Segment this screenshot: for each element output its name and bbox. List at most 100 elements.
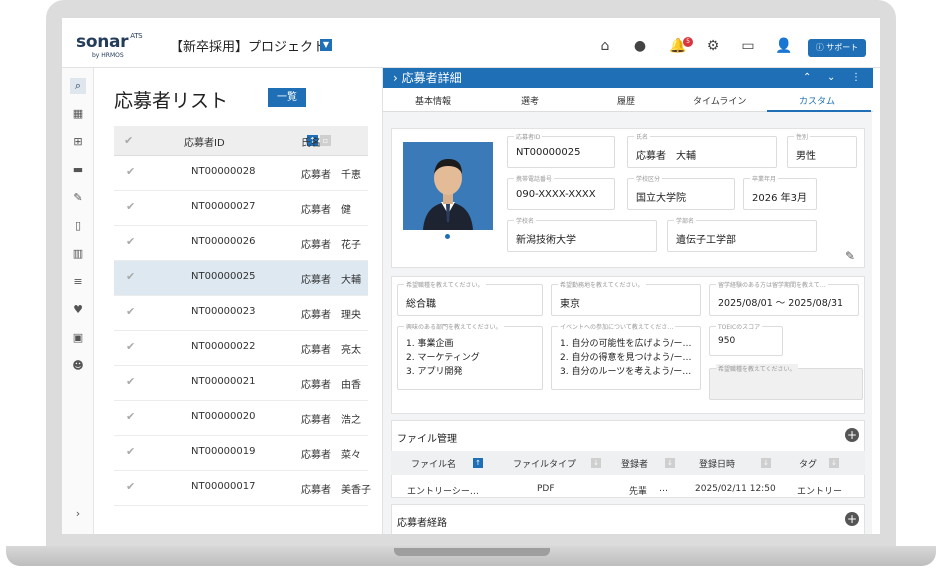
tab-custom[interactable]: カスタム	[799, 94, 835, 107]
table-row[interactable]: ✔ NT00000021 応募者 由香	[114, 366, 368, 401]
sort-icon[interactable]: ↓	[665, 458, 675, 468]
org-chart-icon[interactable]: ⊞	[70, 134, 86, 150]
field-label: 応募者ID	[514, 132, 543, 141]
table-row[interactable]: ✔ NT00000020 応募者 浩之	[114, 401, 368, 436]
notification-badge: 5	[683, 37, 693, 47]
field-value: 2025/08/01 〜 2025/08/31	[718, 298, 844, 309]
sort-icon[interactable]: ↓	[591, 458, 601, 468]
field-value: 2026 年3月	[752, 193, 807, 204]
field-label: 氏名	[634, 132, 651, 141]
col-applicant-id[interactable]: 応募者ID	[184, 134, 225, 149]
file-name-cell[interactable]: エントリーシー…	[407, 484, 479, 497]
more-icon[interactable]: ⋮	[851, 68, 861, 88]
applicant-route-title: 応募者経路	[397, 518, 447, 529]
row-checkbox[interactable]: ✔	[126, 445, 135, 458]
field-label: 留学経験のある方は留学期間を教えて…	[716, 280, 828, 289]
support-button[interactable]: ⓘ サポート	[808, 39, 866, 57]
tag-cell: エントリー	[797, 487, 843, 497]
applicant-name: 応募者 美香子	[301, 485, 371, 496]
col-tag[interactable]: タグ	[799, 457, 817, 470]
row-checkbox[interactable]: ✔	[126, 340, 135, 353]
event-field: イベントへの参加について教えてくださ… 1. 自分の可能性を広げよう/ー… 2.…	[551, 322, 701, 390]
sort-icon[interactable]: ↓	[829, 458, 839, 468]
chevron-up-icon[interactable]: ⌃	[803, 68, 811, 88]
wrench-icon[interactable]: ✎	[70, 190, 86, 206]
project-title[interactable]: 【新卒採用】プロジェクト	[170, 36, 326, 55]
col-registered-by[interactable]: 登録者	[621, 457, 648, 470]
add-file-icon[interactable]: +	[845, 428, 859, 442]
gender-field: 性別 男性	[787, 132, 857, 168]
field-value-line: 1. 自分の可能性を広げよう/ー…	[560, 339, 692, 349]
tab-selection[interactable]: 選考	[521, 94, 539, 107]
database-icon[interactable]: ≡	[70, 274, 86, 290]
field-value: 応募者 大輔	[636, 151, 696, 162]
handshake-icon[interactable]: ♥	[70, 302, 86, 318]
filter-icon[interactable]: ▫	[320, 135, 331, 146]
app-screen: sonar ATS by HRMOS 【新卒採用】プロジェクト ▼ ⌂ ● 🔔 5…	[62, 18, 880, 534]
gear-icon[interactable]: ⚙	[705, 38, 721, 54]
sort-asc-icon[interactable]: ↑	[473, 458, 483, 468]
field-label: 希望勤務地を教えてください。	[558, 280, 646, 289]
book-icon[interactable]: ▭	[740, 38, 756, 54]
table-row[interactable]: ✔ NT00000023 応募者 理央	[114, 296, 368, 331]
people-icon[interactable]: ☻	[70, 358, 86, 374]
logo-text: sonar	[76, 32, 129, 52]
detail-title: 応募者詳細	[401, 71, 462, 85]
edit-pencil-icon[interactable]: ✎	[845, 249, 855, 263]
search-icon[interactable]: ⌕	[70, 78, 86, 94]
field-value: 950	[718, 336, 736, 346]
row-checkbox[interactable]: ✔	[126, 165, 135, 178]
school-field: 学校名 新潟技術大学	[507, 216, 657, 252]
table-row[interactable]: ✔ NT00000028 応募者 千恵	[114, 156, 368, 191]
view-list-button[interactable]: 一覧	[268, 88, 306, 107]
row-checkbox[interactable]: ✔	[126, 480, 135, 493]
table-row[interactable]: ✔ NT00000026 応募者 花子	[114, 226, 368, 261]
field-value: NT00000025	[516, 147, 581, 158]
table-row[interactable]: ✔ NT00000017 応募者 美香子	[114, 471, 371, 506]
applicant-route-card	[391, 504, 865, 534]
home-icon[interactable]: ⌂	[597, 38, 613, 54]
tab-timeline[interactable]: タイムライン	[693, 94, 746, 107]
row-checkbox[interactable]: ✔	[126, 375, 135, 388]
chevron-right-icon[interactable]: ›	[70, 506, 86, 522]
field-value: 090-XXXX-XXXX	[516, 189, 596, 200]
table-row[interactable]: ✔ NT00000027 応募者 健	[114, 191, 368, 226]
chevron-down-icon[interactable]: ▼	[320, 39, 332, 51]
photo-pager-dot[interactable]	[445, 234, 450, 239]
field-label: TOEICのスコア	[716, 322, 763, 331]
tab-history[interactable]: 履歴	[617, 94, 635, 107]
document-icon[interactable]: ▯	[70, 218, 86, 234]
applicant-id: NT00000028	[191, 166, 256, 177]
list-header: ✔ 応募者ID ↑ ▫ 氏名	[114, 126, 368, 156]
row-checkbox[interactable]: ✔	[126, 305, 135, 318]
col-name[interactable]: 氏名	[301, 134, 321, 149]
support-label: サポート	[826, 43, 859, 52]
tab-basic[interactable]: 基本情報	[415, 94, 451, 107]
top-bar: sonar ATS by HRMOS 【新卒採用】プロジェクト ▼ ⌂ ● 🔔 5…	[62, 18, 880, 68]
row-checkbox[interactable]: ✔	[126, 235, 135, 248]
col-registered-at[interactable]: 登録日時	[699, 457, 735, 470]
chat-icon[interactable]: ▬	[70, 162, 86, 178]
row-checkbox[interactable]: ✔	[126, 270, 135, 283]
file-table-header: ファイル名 ↑ ファイルタイプ ↓ 登録者 ↓ 登録日時 ↓ タグ ↓	[391, 451, 865, 475]
alert-icon[interactable]: ●	[632, 38, 648, 54]
row-checkbox[interactable]: ✔	[126, 410, 135, 423]
user-icon[interactable]: 👤	[775, 38, 792, 54]
more-cell[interactable]: …	[659, 484, 668, 494]
col-file-name[interactable]: ファイル名	[411, 457, 456, 470]
building-icon[interactable]: ▦	[70, 106, 86, 122]
col-file-type[interactable]: ファイルタイプ	[513, 457, 576, 470]
sort-icon[interactable]: ↓	[761, 458, 771, 468]
calendar-icon[interactable]: ▣	[70, 330, 86, 346]
table-row-selected[interactable]: ✔ NT00000025 応募者 大輔	[114, 261, 368, 296]
field-value: 東京	[560, 299, 580, 310]
bar-chart-icon[interactable]: ▥	[70, 246, 86, 262]
school-type-field: 学校区分 国立大学院	[627, 174, 735, 210]
row-checkbox[interactable]: ✔	[126, 200, 135, 213]
table-row[interactable]: ✔ NT00000022 応募者 亮太	[114, 331, 368, 366]
add-route-icon[interactable]: +	[845, 512, 859, 526]
select-all-checkbox[interactable]: ✔	[124, 134, 133, 147]
chevron-down-icon[interactable]: ⌄	[827, 68, 835, 88]
logo[interactable]: sonar ATS	[76, 32, 143, 52]
table-row[interactable]: ✔ NT00000019 応募者 菜々	[114, 436, 368, 471]
